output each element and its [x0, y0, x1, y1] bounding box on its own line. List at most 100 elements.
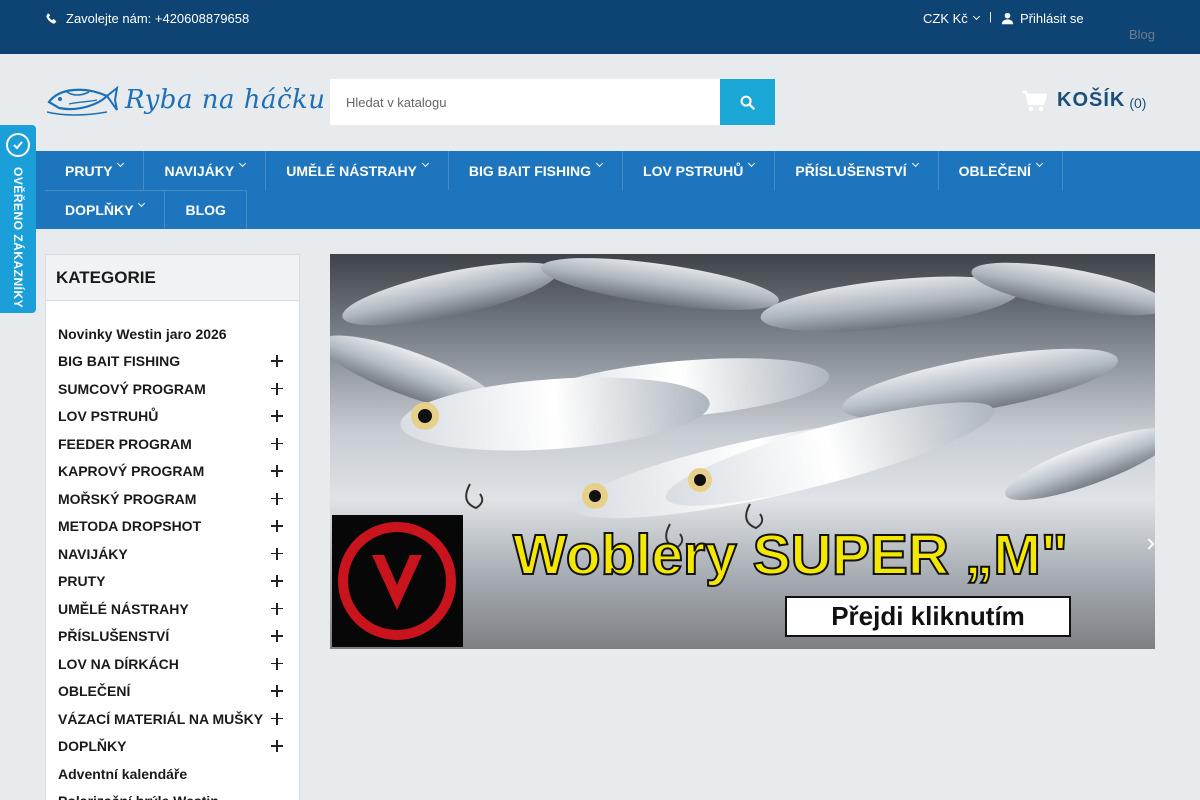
category-item[interactable]: Polarizační brýle Westin — [46, 788, 299, 800]
header-blog-link[interactable]: Blog — [1129, 27, 1155, 42]
category-item[interactable]: NAVIJÁKY — [46, 540, 299, 568]
category-item[interactable]: PŘÍSLUŠENSTVÍ — [46, 623, 299, 651]
nav-item-lov-pstruhů[interactable]: LOV PSTRUHŮ — [623, 151, 776, 190]
login-label: Přihlásit se — [1020, 11, 1084, 26]
currency-selector[interactable]: CZK Kč — [923, 11, 980, 26]
category-label: DOPLŇKY — [58, 738, 127, 755]
nav-item-doplňky[interactable]: DOPLŇKY — [45, 190, 166, 229]
category-item[interactable]: LOV PSTRUHŮ — [46, 403, 299, 431]
category-label: LOV NA DÍRKÁCH — [58, 655, 179, 672]
nav-item-příslušenství[interactable]: PŘÍSLUŠENSTVÍ — [775, 151, 939, 190]
category-label: Adventní kalendáře — [58, 765, 188, 782]
main-nav-row-2: DOPLŇKY BLOG — [45, 190, 247, 229]
logo-text: Ryba na háčku — [125, 85, 326, 115]
super-m-logo — [332, 515, 463, 647]
category-label: Polarizační brýle Westin — [58, 793, 219, 800]
cart-label: KOŠÍK — [1057, 89, 1126, 111]
expand-plus-icon[interactable] — [271, 575, 283, 588]
category-label: LOV PSTRUHŮ — [58, 408, 159, 425]
category-label: PRUTY — [58, 573, 106, 590]
chevron-down-icon — [421, 159, 429, 168]
hero-banner[interactable]: Woblery SUPER „M" Přejdi kliknutím — [330, 254, 1155, 649]
search-bar — [330, 79, 775, 125]
chevron-down-icon — [239, 159, 247, 168]
expand-plus-icon[interactable] — [271, 630, 283, 643]
expand-plus-icon[interactable] — [271, 685, 283, 698]
nav-item-pruty[interactable]: PRUTY — [45, 151, 145, 190]
category-label: VÁZACÍ MATERIÁL NA MUŠKY — [58, 710, 264, 727]
search-input[interactable] — [330, 79, 720, 125]
category-label: NAVIJÁKY — [58, 545, 128, 562]
nav-item-blog[interactable]: BLOG — [165, 190, 247, 229]
expand-plus-icon[interactable] — [271, 355, 283, 368]
expand-plus-icon[interactable] — [271, 547, 283, 560]
category-label: BIG BAIT FISHING — [58, 353, 181, 370]
expand-plus-icon[interactable] — [271, 437, 283, 450]
cart-count: (0) — [1129, 94, 1147, 111]
nav-item-umělé-nástrahy[interactable]: UMĚLÉ NÁSTRAHY — [266, 151, 449, 190]
category-item[interactable]: METODA DROPSHOT — [46, 513, 299, 541]
badge-text: OVĚŘENO ZÁKAZNÍKY — [11, 167, 25, 309]
user-icon — [1001, 12, 1014, 25]
expand-plus-icon[interactable] — [271, 602, 283, 615]
nav-item-label: NAVIJÁKY — [164, 162, 235, 179]
cart-button[interactable]: KOŠÍK (0) — [1021, 89, 1146, 112]
search-button[interactable] — [720, 79, 775, 125]
nav-item-label: DOPLŇKY — [65, 202, 134, 218]
category-label: FEEDER PROGRAM — [58, 435, 192, 452]
category-item[interactable]: BIG BAIT FISHING — [46, 348, 299, 376]
nav-item-label: UMĚLÉ NÁSTRAHY — [286, 162, 417, 179]
verified-shop-icon — [6, 133, 30, 157]
category-item[interactable]: FEEDER PROGRAM — [46, 430, 299, 458]
category-label: PŘÍSLUŠENSTVÍ — [58, 628, 170, 645]
header: Blog Ryba na háčku KOŠÍK (0) — [0, 27, 1200, 151]
category-item[interactable]: SUMCOVÝ PROGRAM — [46, 375, 299, 403]
category-item[interactable]: VÁZACÍ MATERIÁL NA MUŠKY — [46, 705, 299, 733]
main-nav: PRUTY NAVIJÁKY UMĚLÉ NÁSTRAHY BIG BAIT FISH… — [0, 151, 1200, 229]
banner-cta[interactable]: Přejdi kliknutím — [785, 596, 1071, 637]
category-item[interactable]: PRUTY — [46, 568, 299, 596]
login-link[interactable]: Přihlásit se — [1001, 11, 1084, 26]
nav-item-label: OBLEČENÍ — [958, 162, 1031, 179]
categories-list: Novinky Westin jaro 2026 BIG BAIT FISHING… — [46, 301, 299, 800]
category-item[interactable]: Novinky Westin jaro 2026 — [46, 320, 299, 348]
category-label: Novinky Westin jaro 2026 — [58, 325, 227, 342]
chevron-down-icon — [748, 159, 756, 168]
expand-plus-icon[interactable] — [271, 712, 283, 725]
chevron-down-icon — [972, 12, 980, 21]
expand-plus-icon[interactable] — [271, 740, 283, 753]
expand-plus-icon[interactable] — [271, 382, 283, 395]
category-item[interactable]: LOV NA DÍRKÁCH — [46, 650, 299, 678]
category-label: METODA DROPSHOT — [58, 518, 202, 535]
chevron-down-icon — [1035, 159, 1043, 168]
category-item[interactable]: OBLEČENÍ — [46, 678, 299, 706]
nav-item-label: BLOG — [185, 202, 226, 218]
search-icon — [740, 95, 755, 110]
chevron-down-icon — [138, 199, 146, 207]
expand-plus-icon[interactable] — [271, 657, 283, 670]
category-label: KAPROVÝ PROGRAM — [58, 463, 205, 480]
topbar-separator: | — [989, 11, 992, 23]
site-logo[interactable]: Ryba na háčku — [45, 82, 326, 118]
category-item[interactable]: KAPROVÝ PROGRAM — [46, 458, 299, 486]
category-label: MOŘSKÝ PROGRAM — [58, 490, 197, 507]
category-item[interactable]: Adventní kalendáře — [46, 760, 299, 788]
category-label: SUMCOVÝ PROGRAM — [58, 380, 206, 397]
category-item[interactable]: MOŘSKÝ PROGRAM — [46, 485, 299, 513]
expand-plus-icon[interactable] — [271, 410, 283, 423]
nav-item-navijáky[interactable]: NAVIJÁKY — [144, 151, 267, 190]
cart-icon — [1022, 90, 1047, 111]
expand-plus-icon[interactable] — [271, 465, 283, 478]
nav-item-label: PRUTY — [65, 162, 113, 179]
expand-plus-icon[interactable] — [271, 492, 283, 505]
nav-item-oblečení[interactable]: OBLEČENÍ — [939, 151, 1063, 190]
chevron-down-icon — [911, 159, 919, 168]
nav-item-label: BIG BAIT FISHING — [468, 162, 592, 179]
nav-item-big-bait-fishing[interactable]: BIG BAIT FISHING — [449, 151, 624, 190]
category-item[interactable]: UMĚLÉ NÁSTRAHY — [46, 595, 299, 623]
category-item[interactable]: DOPLŇKY — [46, 733, 299, 761]
expand-plus-icon[interactable] — [271, 520, 283, 533]
category-label: OBLEČENÍ — [58, 683, 131, 700]
verified-customers-badge[interactable]: OVĚŘENO ZÁKAZNÍKY — [0, 125, 36, 313]
phone-contact[interactable]: Zavolejte nám: +420608879658 — [45, 11, 249, 26]
